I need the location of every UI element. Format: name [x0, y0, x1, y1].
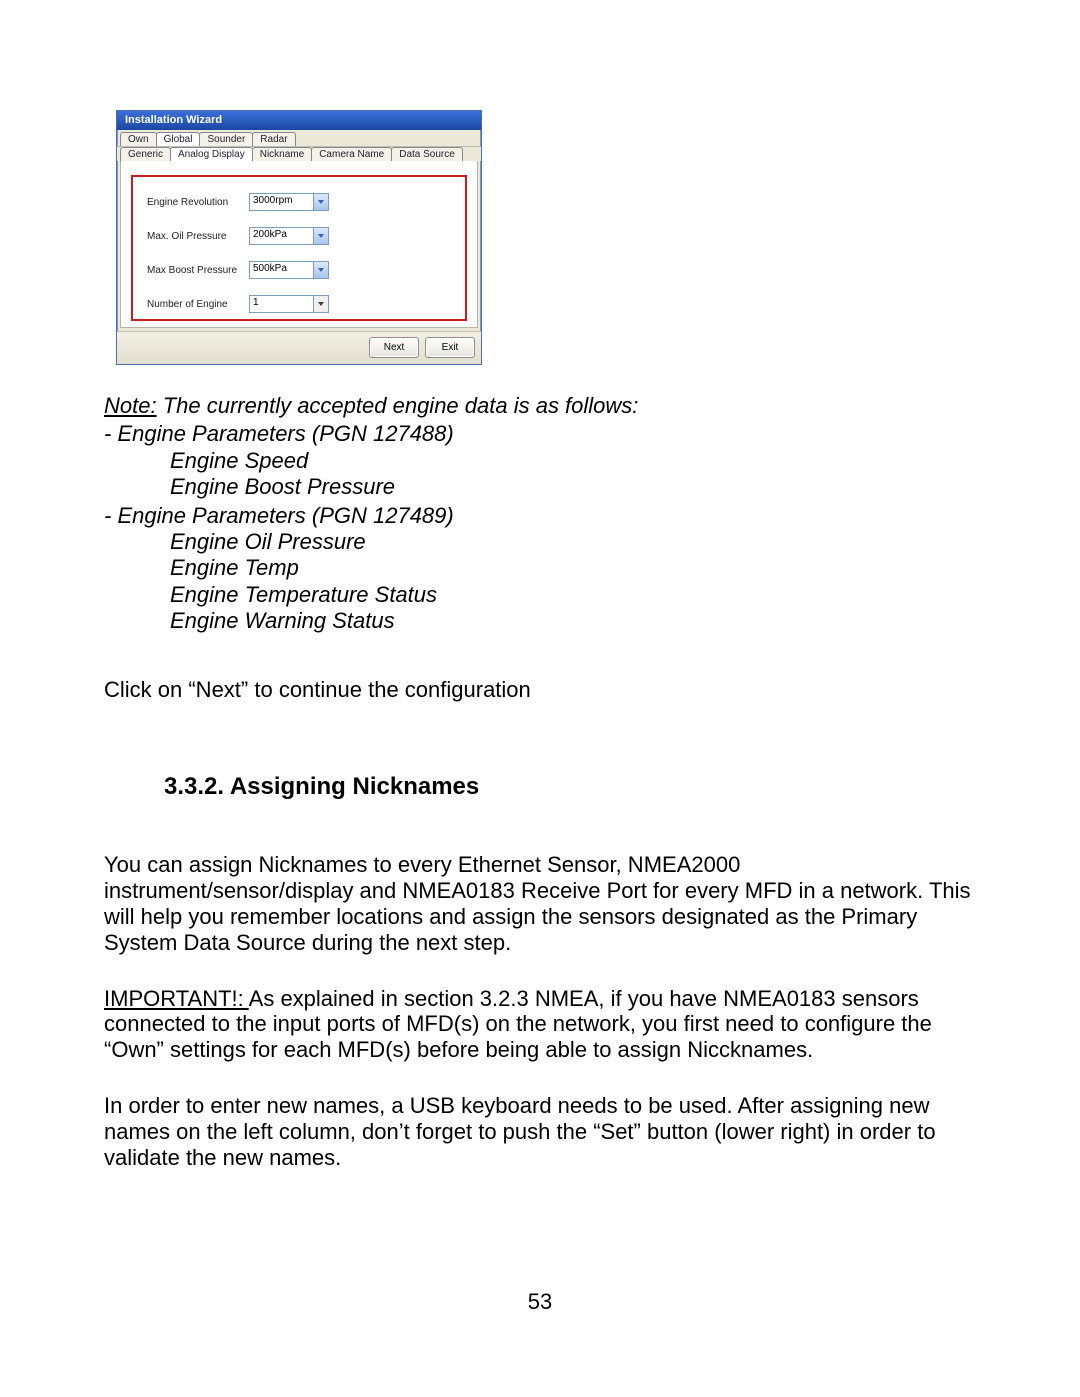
- label-max-oil-pressure: Max. Oil Pressure: [147, 231, 249, 242]
- wizard-body: Engine Revolution 3000rpm Max. Oil Press…: [120, 161, 478, 328]
- important-label: IMPORTANT!:: [104, 986, 249, 1011]
- chevron-down-icon[interactable]: [313, 296, 328, 312]
- label-engine-revolution: Engine Revolution: [147, 197, 249, 208]
- wizard-titlebar: Installation Wizard: [117, 111, 481, 130]
- subtab-nickname[interactable]: Nickname: [252, 147, 312, 161]
- document-body: Note: The currently accepted engine data…: [104, 393, 976, 1171]
- tab-sounder[interactable]: Sounder: [199, 132, 253, 146]
- note-pgn2-item: Engine Temperature Status: [104, 582, 976, 608]
- label-max-boost-pressure: Max Boost Pressure: [147, 265, 249, 276]
- combo-number-of-engine[interactable]: 1: [249, 295, 329, 313]
- row-max-boost-pressure: Max Boost Pressure 500kPa: [147, 261, 455, 279]
- section-heading: 3.3.2. Assigning Nicknames: [164, 773, 976, 802]
- chevron-down-icon[interactable]: [313, 262, 328, 278]
- tab-radar[interactable]: Radar: [252, 132, 295, 146]
- highlight-box: Engine Revolution 3000rpm Max. Oil Press…: [131, 175, 467, 321]
- combo-value: 1: [250, 296, 313, 312]
- page-number: 53: [0, 1289, 1080, 1315]
- wizard-sub-tabs: Generic Analog Display Nickname Camera N…: [117, 146, 481, 161]
- combo-max-oil-pressure[interactable]: 200kPa: [249, 227, 329, 245]
- note-pgn2: - Engine Parameters (PGN 127489): [104, 503, 976, 529]
- click-next-instruction: Click on “Next” to continue the configur…: [104, 677, 976, 703]
- paragraph-1: You can assign Nicknames to every Ethern…: [104, 852, 976, 956]
- label-number-of-engine: Number of Engine: [147, 299, 249, 310]
- subtab-camera-name[interactable]: Camera Name: [311, 147, 392, 161]
- combo-value: 200kPa: [250, 228, 313, 244]
- note-pgn2-item: Engine Temp: [104, 555, 976, 581]
- chevron-down-icon[interactable]: [313, 194, 328, 210]
- note-pgn1-item: Engine Speed: [104, 448, 976, 474]
- tab-global[interactable]: Global: [156, 132, 201, 146]
- combo-value: 500kPa: [250, 262, 313, 278]
- note-pgn2-item: Engine Warning Status: [104, 608, 976, 634]
- combo-engine-revolution[interactable]: 3000rpm: [249, 193, 329, 211]
- note-pgn1: - Engine Parameters (PGN 127488): [104, 421, 976, 447]
- subtab-analog-display[interactable]: Analog Display: [170, 147, 253, 161]
- subtab-generic[interactable]: Generic: [120, 147, 171, 161]
- paragraph-2: IMPORTANT!: As explained in section 3.2.…: [104, 986, 976, 1064]
- row-number-of-engine: Number of Engine 1: [147, 295, 455, 313]
- next-button[interactable]: Next: [369, 337, 419, 358]
- chevron-down-icon[interactable]: [313, 228, 328, 244]
- subtab-data-source[interactable]: Data Source: [391, 147, 463, 161]
- row-max-oil-pressure: Max. Oil Pressure 200kPa: [147, 227, 455, 245]
- combo-value: 3000rpm: [250, 194, 313, 210]
- note-pgn2-item: Engine Oil Pressure: [104, 529, 976, 555]
- installation-wizard-window: Installation Wizard Own Global Sounder R…: [116, 110, 482, 365]
- note-lead: The currently accepted engine data is as…: [157, 393, 639, 418]
- row-engine-revolution: Engine Revolution 3000rpm: [147, 193, 455, 211]
- note-pgn1-item: Engine Boost Pressure: [104, 474, 976, 500]
- combo-max-boost-pressure[interactable]: 500kPa: [249, 261, 329, 279]
- exit-button[interactable]: Exit: [425, 337, 475, 358]
- tab-own[interactable]: Own: [120, 132, 157, 146]
- wizard-top-tabs: Own Global Sounder Radar: [117, 130, 481, 146]
- paragraph-3: In order to enter new names, a USB keybo…: [104, 1093, 976, 1171]
- note-label: Note:: [104, 393, 157, 418]
- wizard-footer: Next Exit: [117, 331, 481, 364]
